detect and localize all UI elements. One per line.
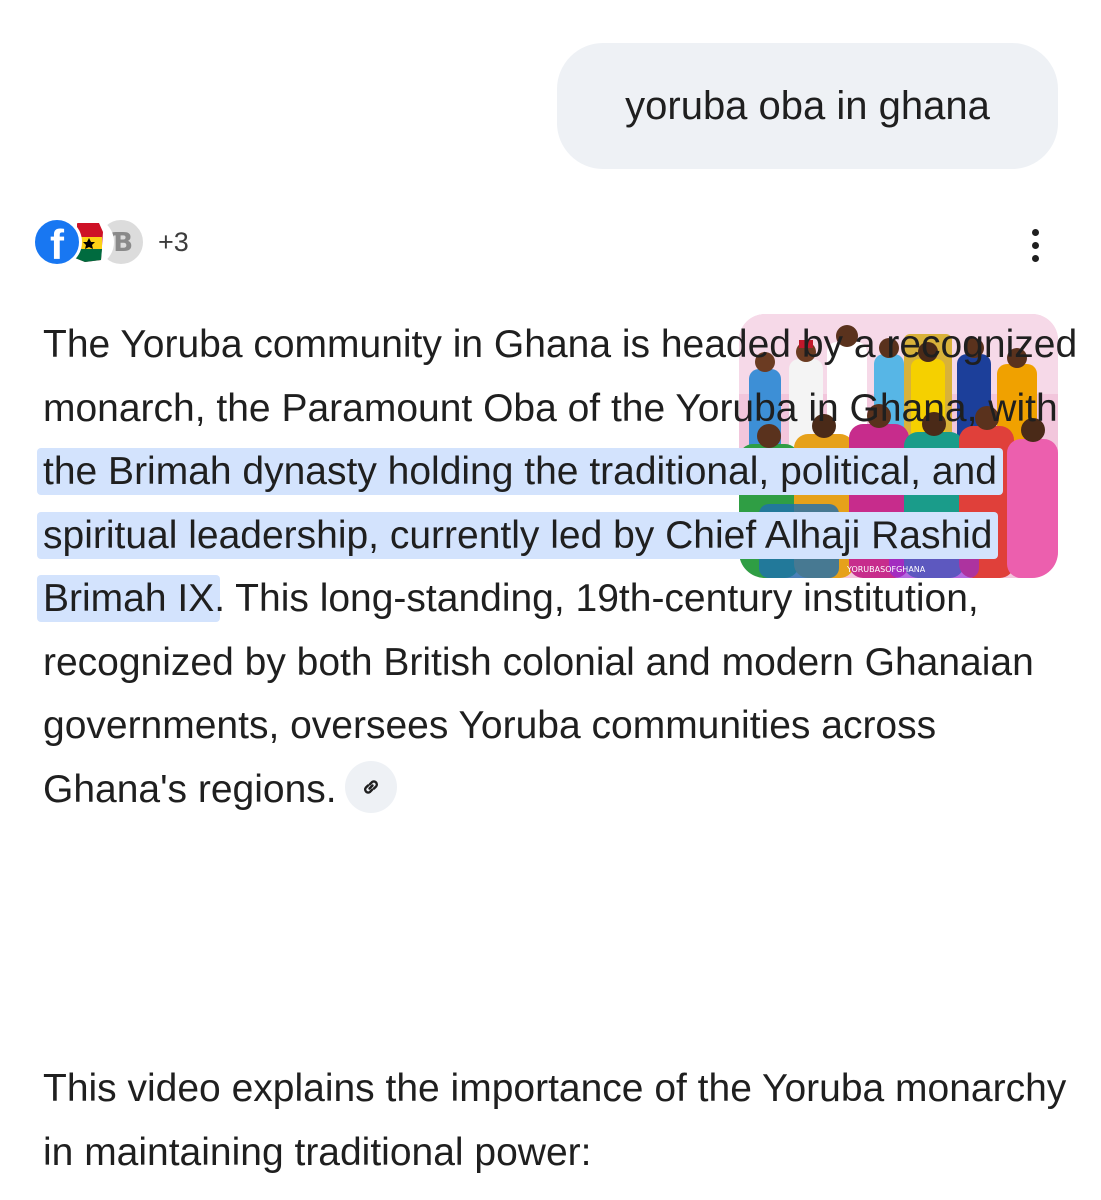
source-link-button[interactable] — [344, 761, 397, 814]
user-query-text: yoruba oba in ghana — [625, 83, 990, 128]
more-options-button[interactable] — [1015, 222, 1055, 268]
link-icon — [363, 780, 378, 794]
user-query-bubble: yoruba oba in ghana — [557, 43, 1058, 169]
source-favicons[interactable]: f Ɓ +3 — [32, 214, 189, 270]
answer-paragraph: The Yoruba community in Ghana is headed … — [37, 313, 1083, 821]
more-sources-count[interactable]: +3 — [158, 227, 189, 258]
more-options-icon — [1031, 228, 1039, 236]
video-intro-text: This video explains the importance of th… — [43, 1067, 1067, 1174]
facebook-icon[interactable]: f — [32, 217, 82, 267]
answer-intro-text: The Yoruba community in Ghana is headed … — [43, 323, 1078, 430]
